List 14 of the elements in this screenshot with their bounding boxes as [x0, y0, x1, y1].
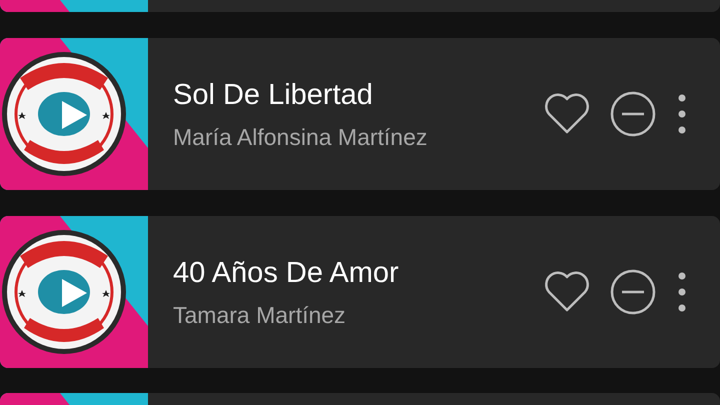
artist-name: Tamara Martínez: [173, 300, 347, 330]
heart-icon[interactable]: [544, 271, 590, 313]
more-options-icon[interactable]: [678, 94, 686, 134]
artist-name: María Alfonsina Martínez: [173, 122, 428, 152]
heart-icon[interactable]: [544, 93, 590, 135]
play-icon[interactable]: [60, 100, 88, 130]
track-title: Sol De Libertad: [173, 78, 374, 112]
track-title: 40 Años De Amor: [173, 256, 400, 290]
play-icon[interactable]: [60, 278, 88, 308]
remove-icon[interactable]: [610, 269, 656, 315]
track-card[interactable]: Sol De Libertad María Alfonsina Martínez: [0, 38, 720, 190]
track-card[interactable]: 40 Años De Amor Tamara Martínez: [0, 216, 720, 368]
more-options-icon[interactable]: [678, 272, 686, 312]
remove-icon[interactable]: [610, 91, 656, 137]
